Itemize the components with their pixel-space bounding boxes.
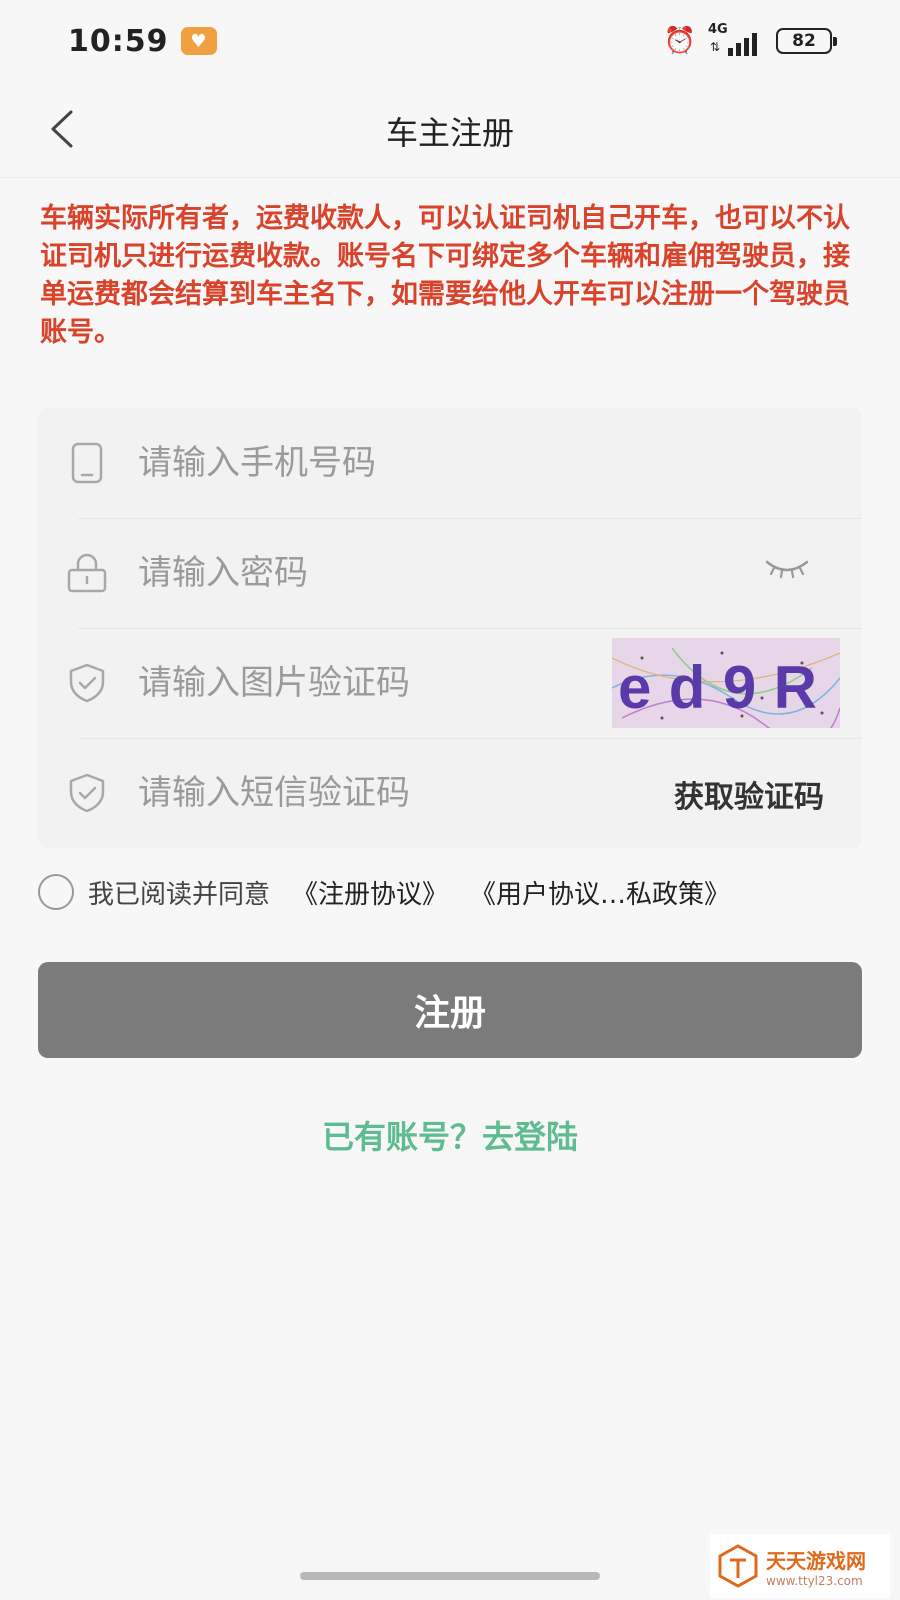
eye-closed-icon[interactable] bbox=[764, 556, 810, 584]
phone-row bbox=[38, 408, 862, 518]
phone-icon bbox=[66, 442, 108, 484]
captcha-input[interactable] bbox=[138, 663, 598, 703]
captcha-text: ed9R bbox=[618, 654, 833, 721]
watermark: 天天游戏网 www.ttyl23.com bbox=[710, 1534, 890, 1598]
captcha-image[interactable]: ed9R bbox=[612, 638, 840, 728]
home-indicator[interactable] bbox=[300, 1572, 600, 1580]
get-sms-code-button[interactable]: 获取验证码 bbox=[674, 772, 824, 816]
register-agreement-link[interactable]: 《注册协议》 bbox=[292, 874, 448, 911]
sms-code-input[interactable] bbox=[138, 773, 598, 813]
register-button[interactable]: 注册 bbox=[38, 962, 862, 1058]
signal-bars-icon bbox=[728, 33, 757, 56]
sms-row: 获取验证码 bbox=[38, 738, 862, 848]
status-left: 10:59 ♥ bbox=[68, 24, 217, 59]
lock-icon bbox=[66, 552, 108, 594]
agreement-prefix: 我已阅读并同意 bbox=[88, 879, 271, 910]
watermark-url: www.ttyl23.com bbox=[766, 1573, 863, 1588]
status-bar: 10:59 ♥ ⏰ 4G ⇅ 82 bbox=[0, 0, 900, 82]
owner-notice: 车辆实际所有者，运费收款人，可以认证司机自己开车，也可以不认证司机只进行运费收款… bbox=[40, 203, 850, 348]
password-row bbox=[38, 518, 862, 628]
notification-heart-icon: ♥ bbox=[180, 27, 217, 55]
signal-icon: 4G ⇅ bbox=[708, 22, 764, 56]
watermark-logo-icon bbox=[718, 1544, 758, 1588]
status-right: ⏰ 4G ⇅ 82 bbox=[663, 22, 837, 56]
watermark-name: 天天游戏网 bbox=[766, 1548, 866, 1573]
nav-header: 车主注册 bbox=[0, 82, 900, 178]
alarm-icon: ⏰ bbox=[663, 26, 696, 56]
go-login-link[interactable]: 已有账号？去登陆 bbox=[0, 1112, 900, 1158]
privacy-policy-link[interactable]: 《用户协议…私政策》 bbox=[470, 874, 730, 911]
network-type: 4G bbox=[708, 22, 728, 37]
shield-check-icon bbox=[66, 772, 108, 814]
battery-icon: 82 bbox=[776, 28, 837, 54]
agree-radio[interactable] bbox=[38, 874, 74, 910]
battery-level: 82 bbox=[792, 31, 816, 51]
phone-input[interactable] bbox=[138, 443, 598, 483]
agreement-row: 我已阅读并同意 《注册协议》 《用户协议…私政策》 bbox=[38, 872, 868, 912]
password-input[interactable] bbox=[138, 553, 598, 593]
page-title: 车主注册 bbox=[385, 114, 514, 152]
data-arrows-icon: ⇅ bbox=[710, 40, 721, 54]
captcha-row: ed9R bbox=[38, 628, 862, 738]
status-time: 10:59 bbox=[68, 23, 169, 59]
register-form: ed9R 获取验证码 bbox=[38, 408, 862, 848]
shield-check-icon bbox=[66, 662, 108, 704]
